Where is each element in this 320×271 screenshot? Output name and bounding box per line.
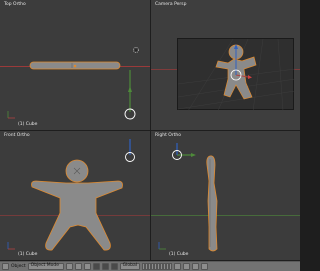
pivot-point-icon[interactable] <box>74 263 82 270</box>
viewport-label: Front Ortho <box>4 133 30 138</box>
translate-icon[interactable] <box>92 263 100 270</box>
mode-select[interactable]: Object Mode <box>27 263 64 270</box>
front-view-canvas <box>7 139 135 251</box>
object-origin-dot <box>73 64 77 68</box>
active-object-label: (1) Cube <box>18 252 38 257</box>
mode-select-label: Object Mode <box>30 263 60 269</box>
top-view-canvas <box>7 47 139 120</box>
mesh-right-silhouette <box>206 155 218 252</box>
editor-type-icon[interactable] <box>2 263 9 270</box>
orientation-select-label: Global <box>122 263 138 269</box>
snap-element-icon[interactable] <box>192 263 200 270</box>
viewport-front-ortho[interactable]: Front Ortho (1) Cube <box>0 131 150 260</box>
right-view-canvas <box>158 143 218 252</box>
manipulator-toggle-icon[interactable] <box>83 263 91 270</box>
camera-view-canvas <box>178 39 295 111</box>
object-menu[interactable]: Object <box>11 264 26 269</box>
viewport-camera-persp[interactable]: Camera Persp <box>151 0 300 130</box>
layer-buttons[interactable] <box>142 263 173 270</box>
orientation-select[interactable]: Global <box>119 263 141 270</box>
viewport-header-bar: Object Object Mode Global <box>0 261 300 271</box>
viewport-label: Top Ortho <box>4 2 26 7</box>
lock-icon[interactable] <box>174 263 182 270</box>
viewport-top-ortho[interactable]: Top Ortho (1) Cube <box>0 0 150 130</box>
snap-icon[interactable] <box>183 263 191 270</box>
render-icon[interactable] <box>201 263 209 270</box>
camera-frame <box>177 38 295 111</box>
active-object-label: (1) Cube <box>169 252 189 257</box>
rotate-icon[interactable] <box>101 263 109 270</box>
viewport-label: Right Ortho <box>155 133 182 138</box>
viewport-right-ortho[interactable]: Right Ortho (1) Cube <box>151 131 300 260</box>
viewport-label: Camera Persp <box>155 2 187 7</box>
scale-icon[interactable] <box>110 263 118 270</box>
viewport-shading-icon[interactable] <box>65 263 73 270</box>
active-object-label: (1) Cube <box>18 122 38 127</box>
mesh-front-figure <box>31 159 123 251</box>
